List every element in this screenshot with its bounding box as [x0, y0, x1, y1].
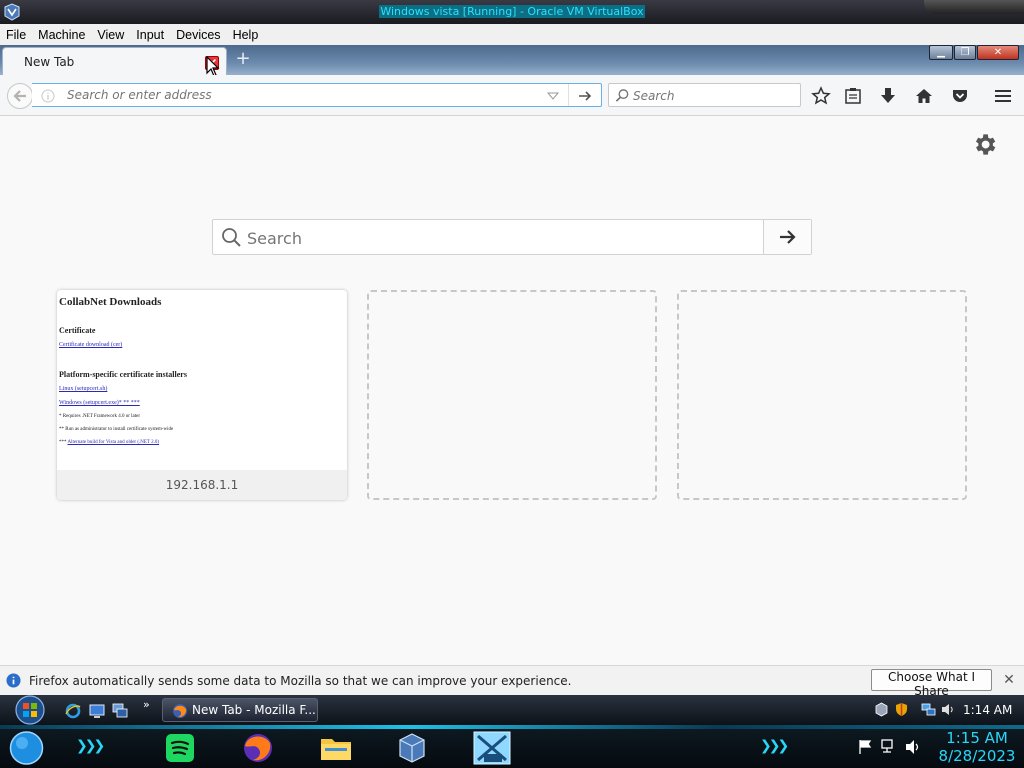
bookmarks-menu-icon[interactable]	[843, 86, 863, 106]
notification-text: Firefox automatically sends some data to…	[29, 674, 572, 688]
menu-file[interactable]: File	[6, 28, 26, 42]
back-arrow-icon	[13, 90, 26, 102]
tile-caption: 192.168.1.1	[57, 470, 347, 500]
window-close-button[interactable]: ✕	[977, 45, 1019, 60]
notification-close-button[interactable]: ✕	[1001, 672, 1017, 688]
host-clock[interactable]: 1:15 AM 8/28/2023	[934, 729, 1020, 765]
hamburger-menu-icon[interactable]	[993, 86, 1013, 106]
thumbnail-link: Linux (setupcert.sh)	[59, 386, 108, 392]
choose-what-i-share-button[interactable]: Choose What I Share	[871, 669, 992, 698]
home-icon[interactable]	[914, 86, 934, 106]
virtualbox-menu-bar: File Machine View Input Devices Help	[0, 24, 1024, 45]
vista-vm-icon[interactable]	[472, 730, 512, 766]
taskbar-chevron-decoration: ❯❯❯	[760, 738, 789, 754]
top-site-tile[interactable]: CollabNet Downloads Certificate Certific…	[57, 290, 347, 500]
new-tab-page: CollabNet Downloads Certificate Certific…	[0, 116, 1024, 665]
tab-new-tab[interactable]: New Tab	[2, 47, 227, 75]
firefox-icon	[173, 704, 187, 718]
menu-machine[interactable]: Machine	[38, 28, 85, 42]
switch-windows-icon[interactable]	[111, 702, 129, 720]
newtab-search-box[interactable]	[212, 219, 812, 255]
thumbnail-title: CollabNet Downloads	[59, 296, 162, 308]
thumbnail-link: Alternate build for Vista and older (.NE…	[67, 440, 160, 445]
empty-tile-placeholder	[677, 290, 967, 500]
thumbnail-link: Certificate download (cer)	[59, 342, 123, 348]
address-bar-separator	[568, 84, 569, 106]
data-reporting-notification-bar: Firefox automatically sends some data to…	[0, 665, 1024, 698]
virtualbox-icon[interactable]	[392, 730, 432, 766]
minimize-button[interactable]: ▁	[929, 45, 953, 60]
host-start-button-icon[interactable]	[8, 731, 45, 765]
volume-icon[interactable]	[904, 738, 922, 756]
tile-thumbnail: CollabNet Downloads Certificate Certific…	[57, 290, 347, 470]
back-button[interactable]	[7, 83, 33, 109]
info-icon	[6, 673, 21, 688]
search-bar[interactable]	[608, 83, 801, 107]
new-tab-button[interactable]: +	[234, 50, 252, 69]
search-icon	[615, 89, 629, 102]
menu-view[interactable]: View	[97, 28, 124, 42]
network-icon[interactable]	[880, 738, 898, 756]
file-explorer-icon[interactable]	[316, 730, 356, 766]
virtualbox-title-bar[interactable]: Windows vista [Running] - Oracle VM Virt…	[0, 0, 1024, 24]
history-dropdown-icon[interactable]	[547, 90, 559, 102]
internet-explorer-icon[interactable]	[64, 702, 82, 720]
empty-tile-placeholder	[367, 290, 657, 500]
menu-input[interactable]: Input	[136, 28, 164, 42]
newtab-search-input[interactable]	[247, 227, 757, 249]
title-bar-corner-decoration	[924, 0, 1024, 14]
go-arrow-icon[interactable]	[577, 88, 593, 104]
window-title: Windows vista [Running] - Oracle VM Virt…	[379, 5, 645, 18]
address-bar[interactable]	[32, 83, 602, 107]
taskbar-button-label: New Tab - Mozilla F...	[192, 703, 316, 717]
pocket-icon[interactable]	[950, 86, 970, 106]
firefox-tab-strip: New Tab +	[0, 45, 1024, 75]
menu-devices[interactable]: Devices	[176, 28, 220, 42]
vista-clock[interactable]: 1:14 AM	[963, 703, 1012, 717]
action-center-flag-icon[interactable]	[857, 738, 875, 756]
thumbnail-link: Windows (setupcert.exe)* ** ***	[59, 400, 140, 406]
quick-launch-more-button[interactable]: »	[143, 698, 150, 711]
tray-app-icon[interactable]	[874, 702, 889, 717]
network-icon[interactable]	[921, 702, 936, 717]
security-shield-icon[interactable]	[894, 702, 909, 717]
thumbnail-note-prefix: ***	[59, 440, 67, 445]
tab-label: New Tab	[24, 55, 75, 69]
host-taskbar-accent	[0, 725, 1024, 729]
host-clock-date: 8/28/2023	[938, 747, 1016, 765]
downloads-icon[interactable]	[878, 86, 898, 106]
thumbnail-note: *** Alternate build for Vista and older …	[59, 440, 345, 445]
search-input[interactable]	[633, 88, 793, 104]
spotify-icon[interactable]	[160, 730, 200, 766]
thumbnail-note: * Requires .NET Framework 4.0 or later	[59, 414, 140, 419]
thumbnail-note: ** Run as administrator to install certi…	[59, 427, 174, 432]
firefox-window-controls: ▁ ❐ ✕	[928, 45, 1020, 61]
thumbnail-heading: Certificate	[59, 326, 96, 335]
firefox-icon[interactable]	[238, 730, 278, 766]
thumbnail-heading: Platform-specific certificate installers	[59, 370, 187, 379]
maximize-button[interactable]: ❐	[954, 45, 976, 60]
volume-icon[interactable]	[940, 702, 955, 717]
navigation-toolbar	[0, 75, 1024, 116]
taskbar-chevron-decoration: ❯❯❯	[76, 738, 105, 754]
gear-icon[interactable]	[971, 131, 998, 158]
url-input[interactable]	[67, 87, 537, 103]
bookmark-star-icon[interactable]	[811, 86, 831, 106]
vista-taskbar	[0, 695, 1024, 725]
vista-start-button-icon[interactable]	[10, 695, 50, 725]
site-info-icon[interactable]	[41, 89, 55, 103]
host-clock-time: 1:15 AM	[946, 729, 1008, 747]
menu-help[interactable]: Help	[233, 28, 259, 42]
newtab-search-go-button[interactable]	[763, 220, 811, 254]
search-icon	[222, 228, 241, 247]
arrow-right-icon	[780, 230, 796, 244]
show-desktop-icon[interactable]	[88, 702, 106, 720]
taskbar-button-firefox[interactable]: New Tab - Mozilla F...	[162, 698, 318, 722]
